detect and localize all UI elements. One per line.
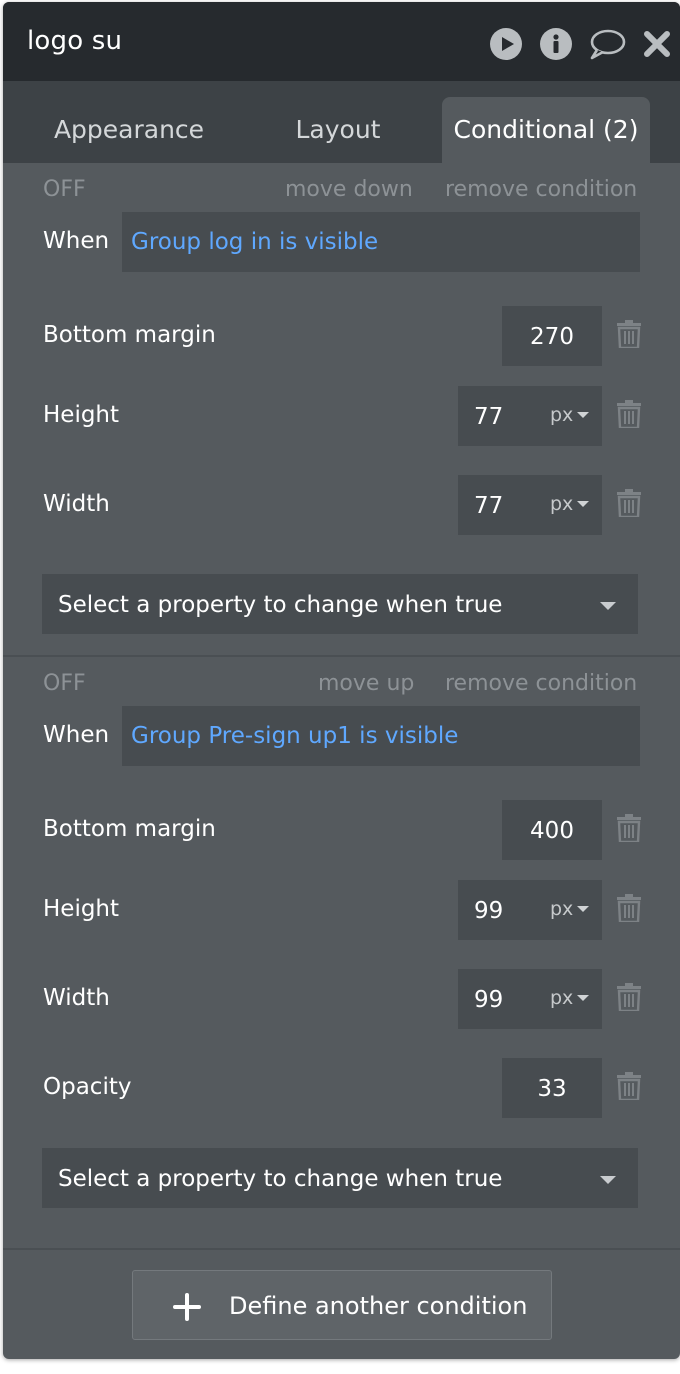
condition-2-bottom-margin-trash-icon[interactable] (617, 814, 641, 842)
condition-2-height-value: 99 (474, 898, 504, 924)
tab-bar: Appearance Layout Conditional (2) (3, 81, 680, 163)
footer-divider (3, 1248, 680, 1250)
define-another-condition-label: Define another condition (229, 1292, 528, 1320)
condition-2-height-trash-icon[interactable] (617, 894, 641, 922)
condition-2-width-label: Width (43, 985, 110, 1011)
condition-1-width-label: Width (43, 491, 110, 517)
condition-2-height-label: Height (43, 896, 120, 922)
condition-2-opacity-trash-icon[interactable] (617, 1072, 641, 1100)
condition-1-expression-field[interactable]: Group log in is visible (122, 212, 640, 272)
condition-1-property-select[interactable]: Select a property to change when true (42, 574, 638, 634)
condition-2-when-label: When (43, 722, 110, 748)
condition-1-bottom-margin-label: Bottom margin (43, 322, 216, 348)
chevron-down-icon (600, 1176, 616, 1184)
condition-1-width-value: 77 (474, 493, 504, 519)
condition-1-when-label: When (43, 228, 110, 254)
condition-1-bottom-margin-trash-icon[interactable] (617, 320, 641, 348)
condition-2-width-trash-icon[interactable] (617, 983, 641, 1011)
plus-icon (173, 1293, 201, 1321)
condition-2-move-up-link[interactable]: move up (318, 671, 414, 696)
tab-layout[interactable]: Layout (258, 97, 418, 163)
condition-2-bottom-margin-label: Bottom margin (43, 816, 216, 842)
condition-1-width-input[interactable]: 77 px (458, 475, 602, 535)
condition-1-width-trash-icon[interactable] (617, 489, 641, 517)
define-another-condition-button[interactable]: Define another condition (132, 1270, 552, 1340)
condition-2-property-select[interactable]: Select a property to change when true (42, 1148, 638, 1208)
condition-1-width-unit-dropdown[interactable]: px (550, 475, 573, 533)
chevron-down-icon[interactable] (577, 995, 589, 1001)
condition-2-remove-link[interactable]: remove condition (445, 671, 637, 696)
condition-2-expression-field[interactable]: Group Pre-sign up1 is visible (122, 706, 640, 766)
play-icon[interactable] (490, 28, 522, 60)
element-title: logo su (27, 26, 123, 56)
tab-appearance[interactable]: Appearance (31, 97, 227, 163)
condition-1-height-input[interactable]: 77 px (458, 386, 602, 446)
comment-icon[interactable] (588, 28, 626, 60)
condition-2-off-toggle[interactable]: OFF (43, 671, 86, 696)
chevron-down-icon[interactable] (577, 501, 589, 507)
condition-2-height-unit-dropdown[interactable]: px (550, 880, 573, 938)
conditional-editor-panel: logo su Appearance Layout Conditional (2… (3, 2, 680, 1359)
chevron-down-icon[interactable] (577, 412, 589, 418)
condition-2-width-value: 99 (474, 987, 504, 1013)
condition-2-bottom-margin-input[interactable]: 400 (502, 800, 602, 860)
info-icon[interactable] (540, 28, 572, 60)
tab-conditional[interactable]: Conditional (2) (442, 97, 650, 163)
condition-1-height-unit-dropdown[interactable]: px (550, 386, 573, 444)
close-icon[interactable] (643, 28, 671, 60)
condition-2-opacity-input[interactable]: 33 (502, 1058, 602, 1118)
condition-1-height-trash-icon[interactable] (617, 400, 641, 428)
condition-2-opacity-label: Opacity (43, 1074, 132, 1100)
condition-1-height-value: 77 (474, 404, 504, 430)
condition-1-select-placeholder: Select a property to change when true (58, 592, 503, 618)
condition-2-width-input[interactable]: 99 px (458, 969, 602, 1029)
condition-2-select-placeholder: Select a property to change when true (58, 1166, 503, 1192)
condition-1-height-label: Height (43, 402, 120, 428)
condition-divider (3, 655, 680, 657)
condition-1-off-toggle[interactable]: OFF (43, 177, 86, 202)
condition-1-bottom-margin-input[interactable]: 270 (502, 306, 602, 366)
chevron-down-icon[interactable] (577, 906, 589, 912)
title-bar: logo su (3, 2, 680, 81)
condition-2-height-input[interactable]: 99 px (458, 880, 602, 940)
condition-1-remove-link[interactable]: remove condition (445, 177, 637, 202)
chevron-down-icon (600, 602, 616, 610)
condition-1-move-down-link[interactable]: move down (285, 177, 413, 202)
condition-2-width-unit-dropdown[interactable]: px (550, 969, 573, 1027)
